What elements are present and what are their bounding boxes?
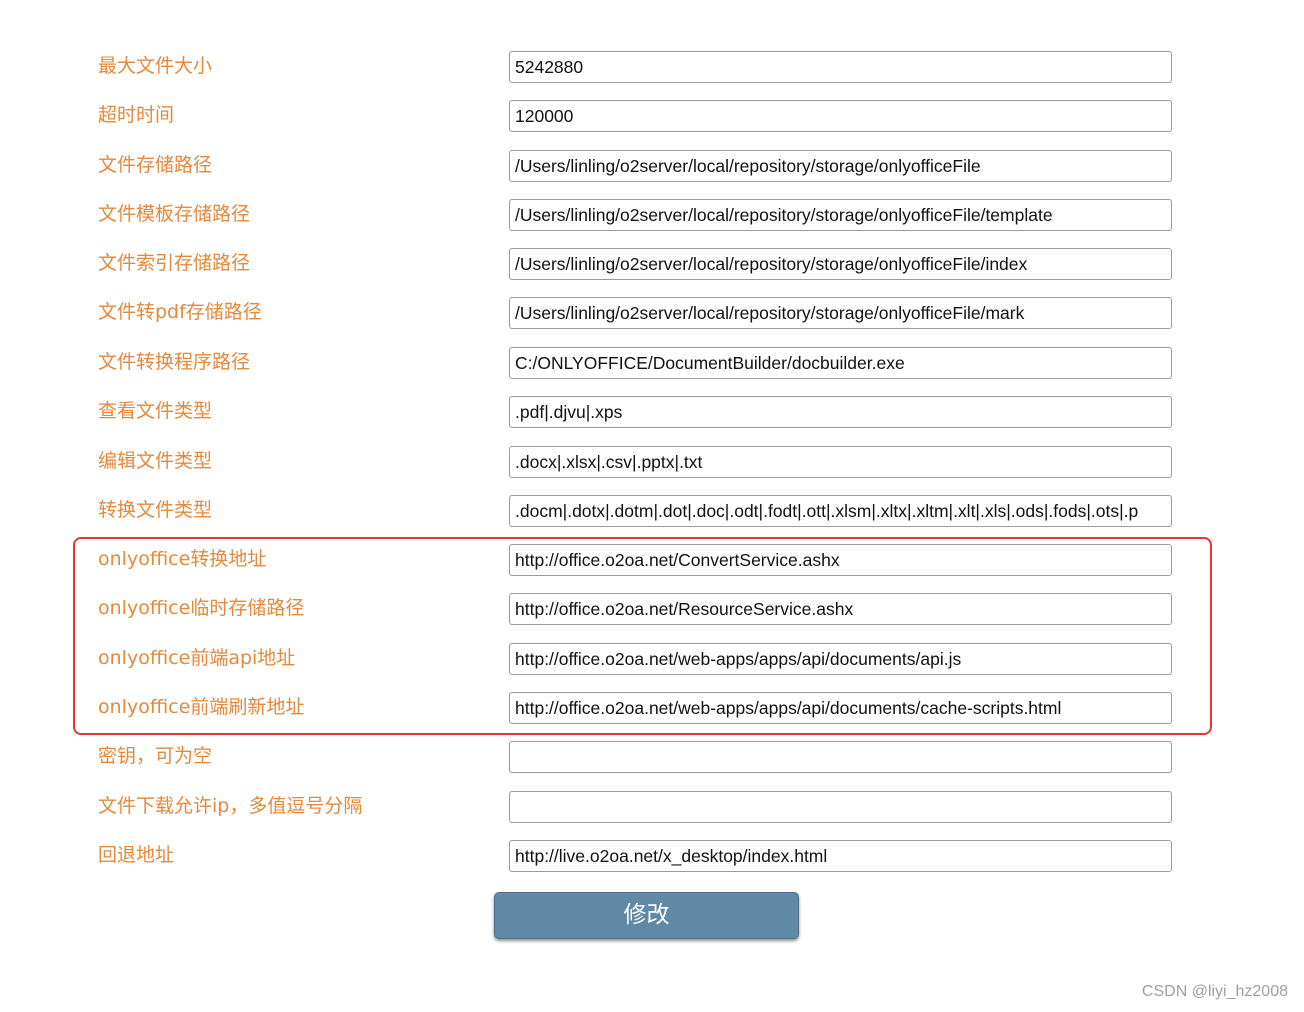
form-row-view-file-types: 查看文件类型: [0, 396, 1304, 430]
form-row-secret-key: 密钥，可为空: [0, 741, 1304, 775]
form-row-max-file-size: 最大文件大小: [0, 51, 1304, 85]
field-label: 文件转换程序路径: [98, 351, 251, 373]
secret-key-input[interactable]: [509, 741, 1172, 773]
form-row-file-storage-path: 文件存储路径: [0, 150, 1304, 184]
field-label: onlyoffice前端api地址: [98, 647, 296, 669]
form-row-timeout: 超时时间: [0, 100, 1304, 134]
modify-button[interactable]: 修改: [494, 892, 799, 939]
form-row-onlyoffice-api-url: onlyoffice前端api地址: [0, 643, 1304, 677]
field-label: 超时时间: [98, 104, 175, 126]
onlyoffice-refresh-url-input[interactable]: [509, 692, 1172, 724]
form-row-converter-program-path: 文件转换程序路径: [0, 347, 1304, 381]
onlyoffice-convert-url-input[interactable]: [509, 544, 1172, 576]
field-label: 文件下载允许ip，多值逗号分隔: [98, 795, 363, 817]
field-label: 文件模板存储路径: [98, 203, 251, 225]
form-row-edit-file-types: 编辑文件类型: [0, 446, 1304, 480]
form-row-download-allowed-ips: 文件下载允许ip，多值逗号分隔: [0, 791, 1304, 825]
form-row-convert-file-types: 转换文件类型: [0, 495, 1304, 529]
form-row-template-storage-path: 文件模板存储路径: [0, 199, 1304, 233]
field-label: 查看文件类型: [98, 400, 213, 422]
file-storage-path-input[interactable]: [509, 150, 1172, 182]
field-label: onlyoffice前端刷新地址: [98, 696, 305, 718]
form-row-onlyoffice-temp-storage: onlyoffice临时存储路径: [0, 593, 1304, 627]
onlyoffice-temp-storage-input[interactable]: [509, 593, 1172, 625]
onlyoffice-api-url-input[interactable]: [509, 643, 1172, 675]
view-file-types-input[interactable]: [509, 396, 1172, 428]
watermark: CSDN @liyi_hz2008: [1141, 983, 1288, 1000]
field-label: 最大文件大小: [98, 55, 213, 77]
form-row-fallback-url: 回退地址: [0, 840, 1304, 874]
timeout-input[interactable]: [509, 100, 1172, 132]
template-storage-path-input[interactable]: [509, 199, 1172, 231]
field-label: 密钥，可为空: [98, 745, 213, 767]
fallback-url-input[interactable]: [509, 840, 1172, 872]
field-label: 文件存储路径: [98, 154, 213, 176]
download-allowed-ips-input[interactable]: [509, 791, 1172, 823]
field-label: 转换文件类型: [98, 499, 213, 521]
field-label: 编辑文件类型: [98, 450, 213, 472]
convert-file-types-input[interactable]: [509, 495, 1172, 527]
field-label: onlyoffice临时存储路径: [98, 597, 305, 619]
edit-file-types-input[interactable]: [509, 446, 1172, 478]
field-label: 回退地址: [98, 844, 175, 866]
field-label: 文件索引存储路径: [98, 252, 251, 274]
converter-program-path-input[interactable]: [509, 347, 1172, 379]
max-file-size-input[interactable]: [509, 51, 1172, 83]
form-row-pdf-storage-path: 文件转pdf存储路径: [0, 297, 1304, 331]
form-row-onlyoffice-convert-url: onlyoffice转换地址: [0, 544, 1304, 578]
form-row-onlyoffice-refresh-url: onlyoffice前端刷新地址: [0, 692, 1304, 726]
field-label: 文件转pdf存储路径: [98, 301, 262, 323]
pdf-storage-path-input[interactable]: [509, 297, 1172, 329]
index-storage-path-input[interactable]: [509, 248, 1172, 280]
form-row-index-storage-path: 文件索引存储路径: [0, 248, 1304, 282]
field-label: onlyoffice转换地址: [98, 548, 267, 570]
